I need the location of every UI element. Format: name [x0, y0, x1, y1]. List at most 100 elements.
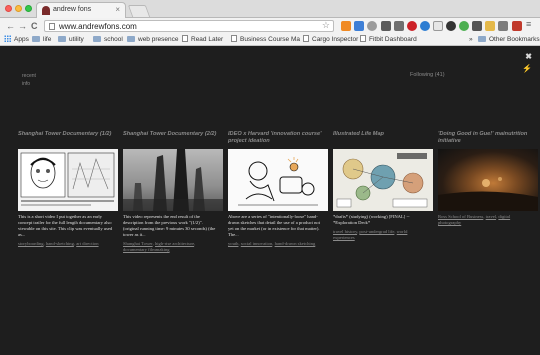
following-link[interactable]: Following (41) [410, 72, 445, 78]
bookmark-page[interactable]: Cargo Inspector [303, 35, 358, 45]
bookmark-other-folder[interactable]: Other Bookmarks [478, 35, 540, 45]
bookmark-star-icon[interactable]: ☆ [322, 20, 330, 31]
apps-grid-icon [4, 35, 11, 42]
folder-icon [93, 36, 101, 42]
tag-link[interactable]: art direction [76, 241, 98, 246]
card-title[interactable]: Illustrated Life Map [333, 131, 437, 149]
extension-icon[interactable] [459, 21, 469, 31]
tab-close-icon[interactable]: × [115, 5, 120, 14]
tag-link[interactable]: social innovation [241, 241, 273, 246]
nav-info-link[interactable]: info [22, 80, 36, 88]
night-scene-photo-image [438, 177, 538, 211]
card-title[interactable]: 'Doing Good in Gue!' mainutrition initia… [438, 131, 540, 149]
card-thumbnail[interactable] [228, 149, 328, 211]
page-content: ✖ ⚡ recent info Following (41) Shanghai … [0, 47, 540, 355]
bookmark-folder[interactable]: life [32, 35, 51, 45]
close-icon[interactable]: ✖ [525, 52, 532, 61]
extension-icon[interactable] [498, 21, 508, 31]
site-favicon-icon [42, 6, 50, 15]
page-icon [360, 35, 366, 42]
tag-link[interactable]: travel [486, 214, 496, 219]
card-tags: storyboarding, hand-sketching, art direc… [18, 241, 99, 246]
project-card[interactable]: 'Doing Good in Gue!' mainutrition initia… [438, 131, 540, 226]
project-card[interactable]: Shanghai Tower Documentary (1/2) This is… [18, 131, 122, 247]
page-icon [49, 23, 55, 30]
card-description: *drafts* (studying) (working) [FINAL] --… [333, 214, 410, 225]
site-nav: recent info [22, 72, 36, 88]
folder-icon [32, 36, 40, 42]
zoom-window-button[interactable] [25, 5, 32, 12]
browser-toolbar: ← → C www.andrewfons.com ☆ ≡ [0, 18, 540, 34]
bookmarks-bar: Apps life utility school web presence Re… [0, 34, 540, 46]
page-icon [303, 35, 309, 42]
tag-link[interactable]: youth [228, 241, 238, 246]
folder-icon [58, 36, 66, 42]
reload-button[interactable]: C [31, 20, 38, 32]
tag-link[interactable]: documentary filmmaking [123, 247, 170, 252]
bookmark-page[interactable]: Business Course Ma [231, 35, 300, 45]
tag-link[interactable]: storyboarding [18, 241, 44, 246]
card-thumbnail[interactable] [333, 149, 433, 211]
extension-icon[interactable] [512, 21, 522, 31]
tag-link[interactable]: post-undergrad life [359, 229, 394, 234]
project-card[interactable]: Illustrated Life Map *drafts* (studying)… [333, 131, 437, 241]
tag-link[interactable]: high-rise architecture [155, 241, 194, 246]
address-bar[interactable]: www.andrewfons.com ☆ [44, 20, 334, 32]
project-card[interactable]: Shanghai Tower Documentary (2/2) This vi… [123, 131, 227, 253]
extension-icon[interactable] [420, 21, 430, 31]
close-window-button[interactable] [5, 5, 12, 12]
forward-button[interactable]: → [18, 20, 27, 32]
tab-strip: andrew fons × [0, 0, 540, 18]
new-tab-button[interactable] [127, 5, 151, 17]
browser-tab[interactable]: andrew fons × [36, 2, 126, 18]
card-title[interactable]: Shanghai Tower Documentary (2/2) [123, 131, 227, 149]
bookmarks-overflow-button[interactable]: » [469, 35, 473, 45]
bookmark-folder[interactable]: school [93, 35, 123, 45]
tag-link[interactable]: Shanghai Tower [123, 241, 153, 246]
bookmark-page[interactable]: Fitbit Dashboard [360, 35, 417, 45]
card-description: Above are a series of "intentionally-loo… [228, 214, 320, 237]
tag-link[interactable]: Ross School of Business [438, 214, 483, 219]
tag-link[interactable]: hand-drawn sketching [275, 241, 316, 246]
card-description: This video represents the end result of … [123, 214, 216, 237]
life-map-illustration-image [336, 153, 428, 208]
skyscraper-photo-image [123, 149, 223, 211]
back-button[interactable]: ← [6, 20, 15, 32]
sketch-storyboard-image [20, 152, 115, 206]
project-card[interactable]: IDEO x Harvard 'innovation course' proje… [228, 131, 332, 247]
extension-icon[interactable] [485, 21, 495, 31]
card-title[interactable]: IDEO x Harvard 'innovation course' proje… [228, 131, 332, 149]
lightning-icon[interactable]: ⚡ [522, 64, 532, 73]
tag-link[interactable]: travel history [333, 229, 357, 234]
card-description: This is a short video I put together as … [18, 214, 113, 237]
card-tags: travel history, post-undergrad life, wor… [333, 229, 408, 240]
tab-title: andrew fons [53, 6, 92, 13]
bookmark-folder[interactable]: utility [58, 35, 84, 45]
card-thumbnail[interactable] [123, 149, 223, 211]
extension-icon[interactable] [433, 21, 443, 31]
card-tags: Ross School of Business, travel, digital… [438, 214, 511, 225]
url-text[interactable]: www.andrewfons.com [59, 22, 137, 31]
menu-icon[interactable]: ≡ [526, 19, 536, 29]
extension-icon[interactable] [367, 21, 377, 31]
tag-link[interactable]: hand-sketching [46, 241, 74, 246]
pocket-extension-icon[interactable] [381, 21, 391, 31]
card-thumbnail[interactable] [18, 149, 118, 211]
page-icon [182, 35, 188, 42]
extension-icon[interactable] [394, 21, 404, 31]
rss-extension-icon[interactable] [341, 21, 351, 31]
extension-icon[interactable] [446, 21, 456, 31]
extension-icon[interactable] [354, 21, 364, 31]
card-title[interactable]: Shanghai Tower Documentary (1/2) [18, 131, 122, 149]
bookmark-page[interactable]: Read Later [182, 35, 223, 45]
page-icon [231, 35, 237, 42]
folder-icon [478, 36, 486, 42]
minimize-window-button[interactable] [15, 5, 22, 12]
extension-icon[interactable] [472, 21, 482, 31]
nav-recent-link[interactable]: recent [22, 72, 36, 80]
folder-icon [127, 36, 135, 42]
pinterest-extension-icon[interactable] [407, 21, 417, 31]
bookmark-apps[interactable]: Apps [4, 35, 29, 45]
card-thumbnail[interactable] [438, 149, 538, 211]
bookmark-folder[interactable]: web presence [127, 35, 178, 45]
